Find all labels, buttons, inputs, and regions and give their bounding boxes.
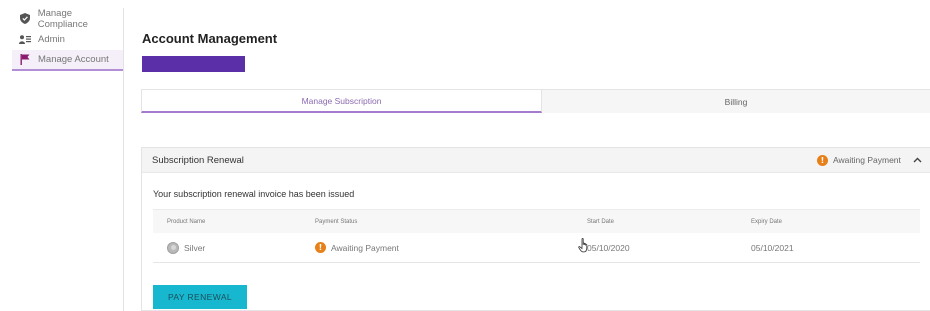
panel-title: Subscription Renewal (152, 154, 244, 166)
page-title: Account Management (142, 31, 278, 46)
column-header-start-date: Start Date (587, 218, 615, 225)
warning-icon: ! (817, 154, 828, 166)
collapse-chevron-icon[interactable] (913, 155, 922, 165)
brand-color-bar (142, 56, 245, 72)
users-icon (18, 35, 32, 44)
subscription-renewal-panel: Subscription Renewal ! Awaiting Payment … (141, 147, 930, 311)
tab-label: Billing (724, 96, 748, 107)
column-header-expiry-date: Expiry Date (751, 218, 783, 225)
status-text: Awaiting Payment (833, 155, 901, 165)
status-badge: ! Awaiting Payment (817, 154, 901, 166)
invoice-message: Your subscription renewal invoice has be… (153, 189, 355, 199)
silver-coin-icon (167, 241, 179, 254)
sidebar-item-label: Manage Compliance (37, 7, 88, 30)
product-name: Silver (184, 242, 206, 253)
sidebar-item-label: Manage Account (38, 54, 109, 65)
main-content: Account Management Manage Subscription B… (141, 0, 930, 311)
flag-icon (18, 54, 32, 65)
start-date-cell: 05/10/2020 (587, 242, 630, 253)
expiry-date-cell: 05/10/2021 (751, 242, 794, 253)
tab-label: Manage Subscription (301, 95, 382, 106)
sidebar-item-manage-compliance[interactable]: Manage Compliance (12, 7, 123, 30)
hand-cursor-icon (578, 238, 590, 257)
sidebar-item-admin[interactable]: Admin (12, 29, 123, 50)
sidebar-item-manage-account[interactable]: Manage Account (12, 50, 123, 71)
table-header: Product Name Payment Status Start Date E… (153, 209, 920, 233)
table-row: Silver ! Awaiting Payment 05/10/2020 05/… (153, 233, 920, 263)
product-cell: Silver (167, 241, 206, 254)
payment-status-text: Awaiting Payment (331, 242, 399, 253)
pay-renewal-button[interactable]: PAY RENEWAL (153, 285, 247, 309)
subscription-table: Product Name Payment Status Start Date E… (153, 209, 920, 263)
warning-icon: ! (315, 242, 326, 253)
panel-header[interactable]: Subscription Renewal ! Awaiting Payment (142, 148, 930, 173)
column-header-product: Product Name (167, 218, 206, 225)
payment-status-cell: ! Awaiting Payment (315, 242, 399, 253)
tab-bar: Manage Subscription Billing (141, 89, 930, 113)
sidebar: Manage Compliance Admin Manage Account (12, 8, 124, 311)
tab-billing[interactable]: Billing (542, 89, 930, 113)
column-header-payment-status: Payment Status (315, 218, 358, 225)
tab-manage-subscription[interactable]: Manage Subscription (141, 89, 542, 113)
sidebar-item-label: Admin (38, 34, 65, 45)
shield-icon (18, 13, 32, 24)
